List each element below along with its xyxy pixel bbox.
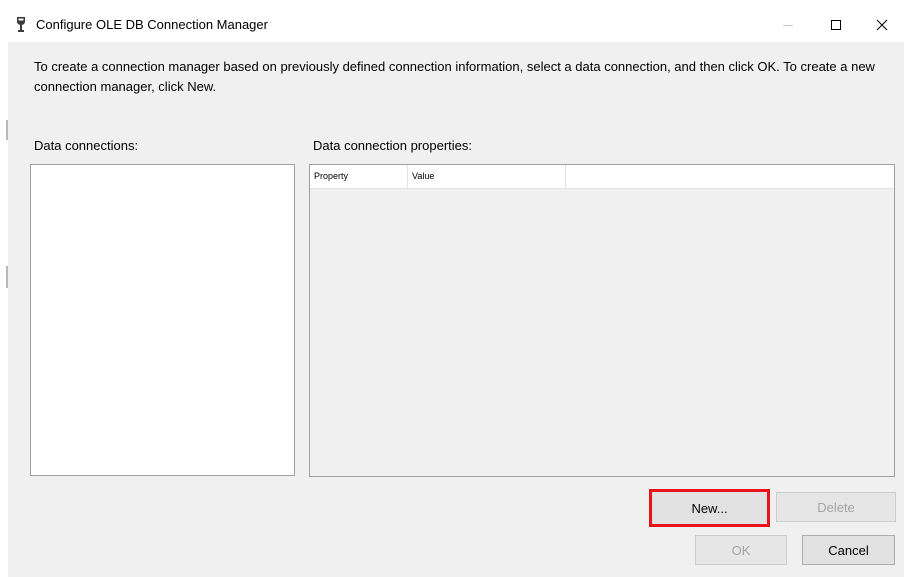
ok-button[interactable]: OK [695,535,787,565]
data-connection-properties-label: Data connection properties: [313,138,472,153]
background-edge [0,0,8,577]
connection-plug-icon [14,16,28,34]
column-header-property[interactable]: Property [310,165,408,188]
instruction-text: To create a connection manager based on … [34,59,875,94]
data-connections-list[interactable] [30,164,295,476]
minimize-icon[interactable] [766,8,810,42]
dialog-window: Configure OLE DB Connection Manager To c… [8,8,904,577]
delete-button[interactable]: Delete [776,492,896,522]
cancel-button[interactable]: Cancel [802,535,895,565]
new-button[interactable]: New... [649,489,770,527]
data-connections-label: Data connections: [34,138,139,153]
properties-grid[interactable]: Property Value [309,164,895,477]
grid-header: Property Value [310,165,894,189]
title-bar[interactable]: Configure OLE DB Connection Manager [8,8,904,42]
window-title: Configure OLE DB Connection Manager [36,17,268,32]
maximize-icon[interactable] [814,8,858,42]
column-header-value[interactable]: Value [408,165,566,188]
close-icon[interactable] [860,8,904,42]
